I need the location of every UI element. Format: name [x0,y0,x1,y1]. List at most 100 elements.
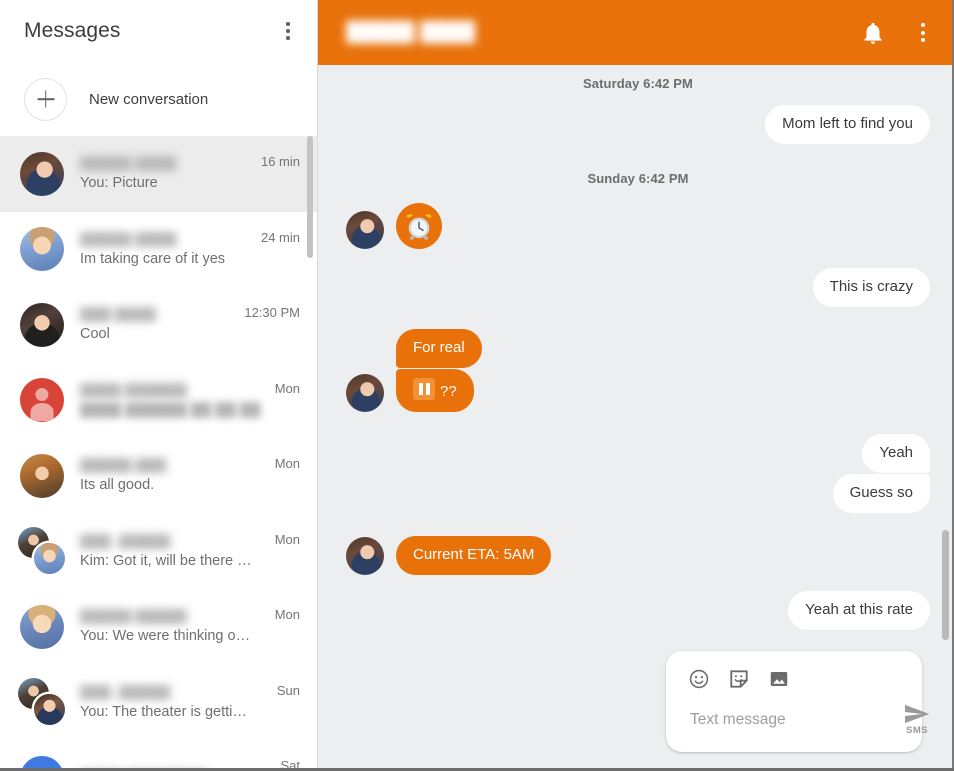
conversation-text: █████ █████ You: We were thinking o… [80,609,269,644]
avatar-image [20,378,64,423]
alarm-clock-icon[interactable] [396,203,442,249]
avatar [18,150,66,198]
conversation-timestamp: Mon [274,607,300,622]
conversation-timestamp: Mon [274,531,300,547]
incoming-message-row [346,203,930,249]
plus-icon [24,77,67,121]
page-title: Messages [24,19,121,42]
avatar [18,452,66,500]
alarm-clock-glyph [406,214,432,240]
composer-input-row: SMS [688,697,930,743]
conversation-snippet: Kim: Got it, will be there … [80,552,252,569]
notifications-bell-icon[interactable] [860,20,886,46]
conversation-contact-name: █████ ████ [80,156,177,172]
conversation-text: ███, █████ You: The theater is getti… [80,685,271,720]
conversation-contact-name: █████ ███ [80,458,167,474]
avatar-secondary [34,694,65,726]
emoji-smiley-icon[interactable] [688,668,710,690]
message-avatar [346,374,384,412]
incoming-message-row: Current ETA: 5AM [346,536,930,575]
avatar [18,603,66,651]
conversation-snippet: Its all good. [80,477,155,494]
conversation-list-item[interactable]: █████ ████ You: Picture 16 min [0,136,317,212]
conversation-timestamp: Mon [274,380,300,396]
conversation-sidebar: Messages New conversation █████ ████ You:… [0,0,318,771]
avatar [18,678,66,726]
conversation-timestamp: 16 min [260,154,300,169]
conversation-snippet: You: Picture [80,175,158,192]
conversation-snippet: You: We were thinking o… [80,628,251,645]
sidebar-header: Messages [0,0,317,62]
chat-header: █████ ████ [318,0,954,65]
send-arrow-icon [905,704,930,724]
conversation-list-item[interactable]: ████ ██████ ████ ██████ ██ ██ ██ Mon [0,362,317,438]
conversation-text: █████ ████ You: Picture [80,156,255,191]
outgoing-message-row: Mom left to find you [346,105,930,144]
new-conversation-label: New conversation [89,90,209,108]
sticker-icon[interactable] [728,668,750,690]
avatar-image [20,604,64,649]
message-avatar [346,537,384,575]
conversation-snippet: ████ ██████ ██ ██ ██ [80,401,261,418]
conversation-list[interactable]: █████ ████ You: Picture 16 min █████ ████ Im… [0,136,317,771]
chat-scrollbar-thumb[interactable] [942,530,949,640]
conversation-list-item[interactable]: █████ ███ Its all good. Mon [0,438,317,514]
conversation-snippet: Im taking care of it yes [80,250,226,267]
incoming-message-row: For real [346,329,930,368]
conversation-list-item[interactable]: ████ ████████Sat [0,740,317,771]
avatar [18,376,66,424]
chat-more-vert-icon[interactable] [912,20,934,46]
outgoing-message-row: This is crazy [346,268,930,307]
conversation-timestamp: Mon [274,456,300,471]
conversation-snippet: Cool [80,326,110,343]
image-icon[interactable] [768,668,790,690]
avatar-image [20,151,64,196]
avatar-secondary [34,543,65,575]
outgoing-message-row: Guess so [346,474,930,513]
message-bubble[interactable]: Mom left to find you [765,105,930,144]
conversation-contact-name: ███, █████ [80,533,171,549]
avatar [18,527,66,575]
message-avatar [346,211,384,249]
chat-pane: █████ ████ Saturday 6:42 PM Mom left to f… [318,0,954,771]
message-bubble[interactable]: ?? [396,369,474,412]
message-bubble[interactable]: Guess so [832,474,930,513]
conversation-timestamp: 12:30 PM [244,305,300,320]
message-bubble[interactable]: Yeah [862,434,930,473]
conversation-contact-name: ███, █████ [80,684,171,700]
conversation-text: ███ ████ Cool [80,307,238,342]
message-bubble[interactable]: Current ETA: 5AM [396,536,552,575]
message-composer: SMS [666,651,930,752]
messages-app-window: Messages New conversation █████ ████ You:… [0,0,954,771]
message-bubble[interactable]: For real [396,329,482,368]
sidebar-scrollbar-thumb[interactable] [306,136,313,258]
conversation-list-item[interactable]: ███ ████ Cool 12:30 PM [0,287,317,363]
new-conversation-button[interactable]: New conversation [0,62,317,136]
more-vert-icon[interactable] [277,18,299,44]
conversation-list-item[interactable]: █████ ████ Im taking care of it yes 24 min [0,211,317,287]
outgoing-message-row: Yeah at this rate [346,591,930,630]
missing-glyph-icon [413,378,435,400]
incoming-message-row: ?? [346,369,930,412]
conversation-timestamp: 24 min [260,229,300,245]
outgoing-message-row: Yeah [346,434,930,473]
avatar [18,225,66,273]
message-input[interactable] [688,710,892,730]
message-bubble[interactable]: Yeah at this rate [788,591,930,630]
message-text: ?? [440,383,457,400]
conversation-list-item[interactable]: █████ █████ You: We were thinking o… Mon [0,589,317,665]
conversation-list-item[interactable]: ███, █████ Kim: Got it, will be there … Mo… [0,513,317,589]
conversation-text: ███, █████ Kim: Got it, will be there … [80,534,269,569]
date-separator: Sunday 6:42 PM [587,171,689,186]
conversation-contact-name: █████ █████ [80,609,187,625]
avatar [18,301,66,349]
message-bubble[interactable]: This is crazy [812,268,930,307]
conversation-contact-name: ███ ████ [80,307,156,323]
send-button[interactable]: SMS [902,704,932,736]
conversation-text: █████ ███ Its all good. [80,458,269,493]
avatar-image [20,227,64,272]
chat-contact-name: █████ ████ [346,21,476,43]
date-separator: Saturday 6:42 PM [583,76,693,91]
composer-icon-row [688,663,902,695]
conversation-list-item[interactable]: ███, █████ You: The theater is getti… Sun [0,664,317,740]
